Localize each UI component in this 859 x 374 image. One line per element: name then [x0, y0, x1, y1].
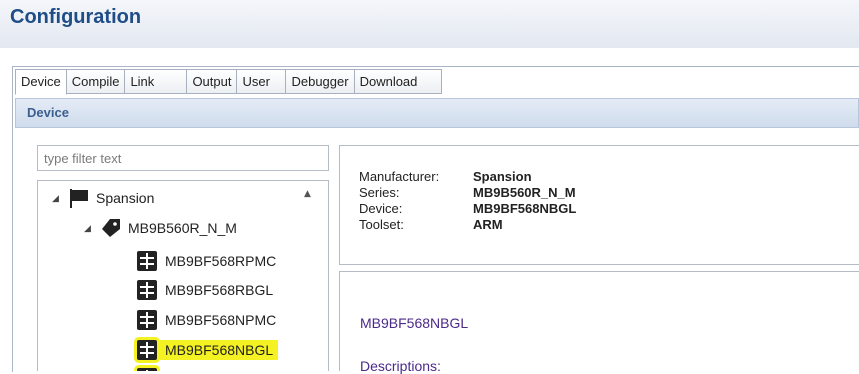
tree-node-manufacturer[interactable]: ◢ Spansion: [52, 185, 154, 211]
info-key: Manufacturer:: [359, 169, 440, 184]
tab-compile[interactable]: Compile: [66, 69, 126, 94]
tree-node-device[interactable]: MB9BF568NPMC: [137, 307, 276, 333]
tree-label-device: MB9BF568RPMC: [165, 253, 277, 269]
tab-link[interactable]: Link: [125, 69, 188, 94]
info-value: MB9B560R_N_M: [473, 185, 576, 200]
chip-icon: [137, 280, 157, 300]
expanded-triangle-icon[interactable]: ◢: [84, 223, 100, 234]
expanded-triangle-icon[interactable]: ◢: [52, 193, 68, 204]
tree-node-device-partial[interactable]: [137, 365, 165, 371]
device-info-box: Manufacturer: Spansion Series: MB9B560R_…: [339, 145, 859, 265]
scroll-up-arrow-icon[interactable]: ▲: [304, 189, 311, 199]
info-value: MB9BF568NBGL: [473, 201, 577, 216]
tree-label-device: MB9BF568NPMC: [165, 312, 277, 328]
info-row-toolset: Toolset: ARM: [359, 217, 576, 233]
tree-label-device: MB9BF568NBGL: [160, 340, 279, 360]
tab-user[interactable]: User: [237, 69, 287, 94]
info-key: Toolset:: [359, 217, 404, 232]
info-value: Spansion: [473, 169, 532, 184]
info-value: ARM: [473, 217, 503, 232]
info-row-series: Series: MB9B560R_N_M: [359, 185, 576, 201]
tab-output[interactable]: Output: [187, 69, 238, 94]
section-header: Device: [15, 98, 859, 128]
device-tree[interactable]: ▲ ◢ Spansion ◢ MB9B560R_N_M MB9BF568RPMC…: [37, 180, 329, 371]
tree-label-manufacturer: Spansion: [96, 190, 155, 206]
tree-node-series[interactable]: ◢ MB9B560R_N_M: [84, 215, 237, 241]
tab-debugger[interactable]: Debugger: [286, 69, 355, 94]
tree-label-series: MB9B560R_N_M: [128, 220, 237, 236]
info-key: Device:: [359, 201, 403, 216]
tab-device[interactable]: Device: [15, 69, 67, 95]
descriptions-label: Descriptions:: [360, 358, 441, 374]
tab-download[interactable]: Download: [354, 69, 442, 94]
chip-icon: [137, 340, 157, 360]
info-key: Series:: [359, 185, 400, 200]
info-row-device: Device: MB9BF568NBGL: [359, 201, 576, 217]
tab-bar: Device Compile Link Output User Debugger…: [15, 69, 442, 95]
chip-icon: [137, 251, 157, 271]
title-bar: Configuration: [0, 0, 859, 48]
description-device-name: MB9BF568NBGL: [360, 315, 469, 331]
tree-label-device: MB9BF568RBGL: [165, 282, 274, 298]
tag-icon: [102, 219, 120, 237]
flag-icon: [70, 189, 88, 208]
chip-icon: [137, 310, 157, 330]
tree-node-device-selected[interactable]: MB9BF568NBGL: [137, 337, 279, 363]
tree-node-device[interactable]: MB9BF568RPMC: [137, 248, 276, 274]
tree-node-device[interactable]: MB9BF568RBGL: [137, 277, 273, 303]
info-row-manufacturer: Manufacturer: Spansion: [359, 169, 576, 185]
page-title: Configuration: [10, 6, 142, 28]
device-info-grid: Manufacturer: Spansion Series: MB9B560R_…: [359, 169, 576, 233]
filter-input[interactable]: [37, 145, 329, 171]
section-title: Device: [27, 105, 69, 120]
description-box: MB9BF568NBGL Descriptions:: [339, 271, 859, 374]
